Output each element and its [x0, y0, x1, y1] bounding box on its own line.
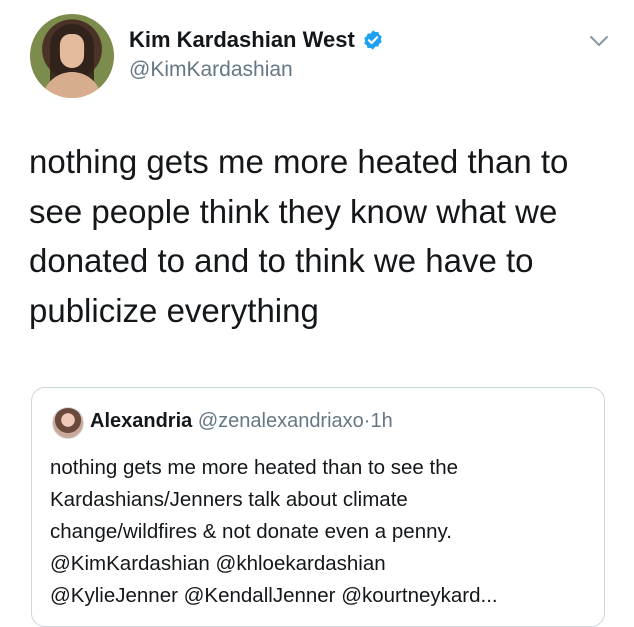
author-display-name[interactable]: Kim Kardashian West [129, 27, 355, 53]
quoted-tweet-text: nothing gets me more heated than to see … [50, 456, 498, 607]
quoted-author-avatar [52, 407, 84, 439]
author-handle[interactable]: @KimKardashian [129, 58, 293, 82]
author-name-row: Kim Kardashian West [129, 27, 384, 53]
author-avatar[interactable] [30, 14, 114, 98]
quoted-author-handle: @zenalexandriaxo [197, 410, 364, 432]
verified-badge-icon [364, 30, 382, 50]
chevron-down-icon[interactable] [589, 34, 609, 48]
quoted-timestamp: 1h [370, 410, 393, 432]
quoted-author-name: Alexandria [90, 410, 193, 432]
avatar-face [60, 34, 84, 68]
tweet-text: nothing gets me more heated than to see … [29, 143, 569, 329]
quoted-tweet-header: Alexandria @zenalexandriaxo·1h [90, 410, 393, 433]
